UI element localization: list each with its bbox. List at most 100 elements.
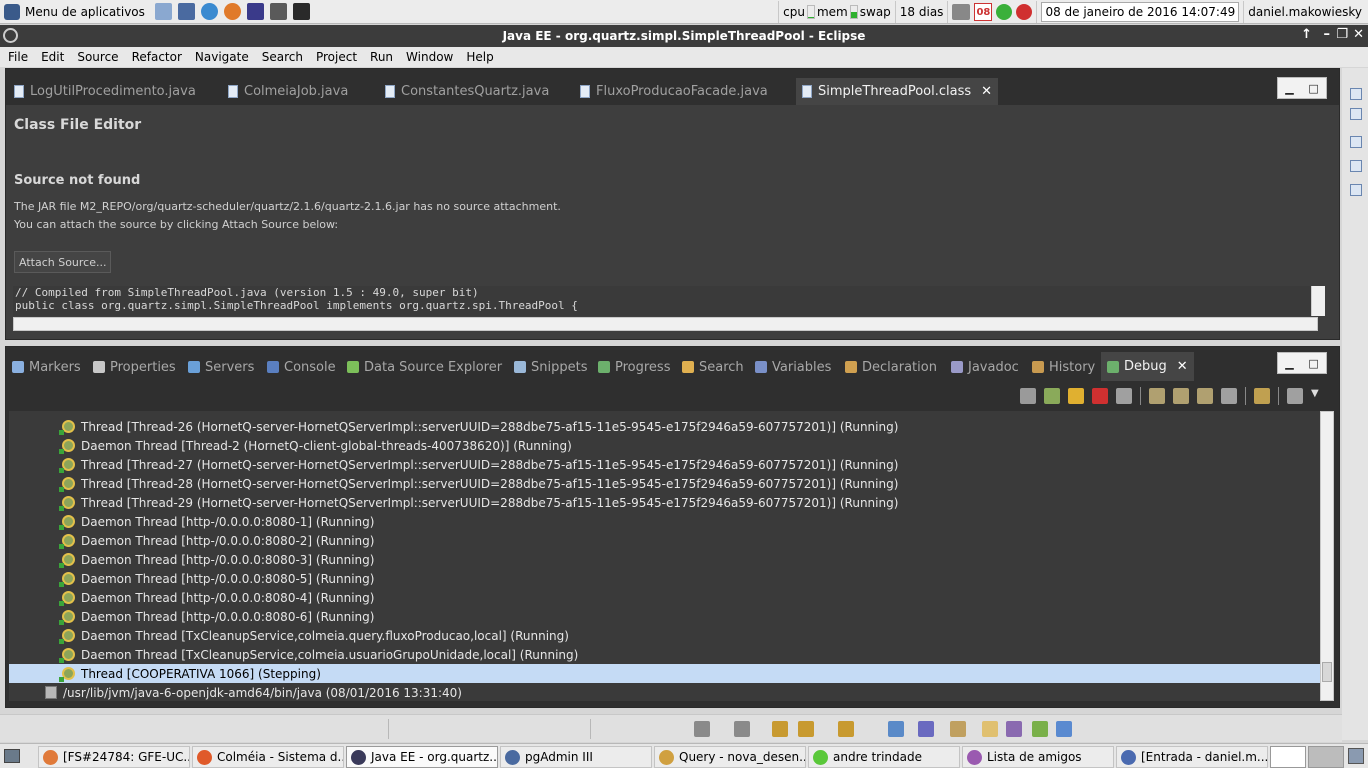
window-title-bar[interactable]: Java EE - org.quartz.simpl.SimpleThreadP… [0,25,1368,47]
user-menu[interactable]: daniel.makowiesky [1243,1,1368,23]
browser-icon[interactable] [200,3,218,20]
tab-data-source-explorer[interactable]: Data Source Explorer [347,355,502,379]
thread-row[interactable]: Thread [COOPERATIVA 1066] (Stepping) [9,664,1321,683]
step-filters-icon[interactable] [1254,388,1270,404]
tab-javadoc[interactable]: Javadoc [951,355,1019,379]
bytecode-text[interactable]: // Compiled from SimpleThreadPool.java (… [13,286,1318,316]
taskbar-item[interactable]: Colméia - Sistema d... [192,746,344,768]
thread-row[interactable]: Daemon Thread [TxCleanupService,colmeia.… [9,645,1321,664]
workspace-2[interactable] [1308,746,1344,768]
disconnect-icon[interactable] [1116,388,1132,404]
file-manager-icon[interactable] [154,3,172,20]
thread-row[interactable]: Daemon Thread [Thread-2 (HornetQ-client-… [9,436,1321,455]
menu-file[interactable]: File [3,50,33,64]
step-over-icon[interactable] [1173,388,1189,404]
tab-progress[interactable]: Progress [598,355,670,379]
menu-help[interactable]: Help [461,50,498,64]
tab-constantesquartz[interactable]: ConstantesQuartz.java [385,79,549,103]
tab-colmeiajob[interactable]: ColmeiaJob.java [228,79,348,103]
java-ee-perspective-icon[interactable] [982,721,998,737]
previous-edit-icon[interactable] [798,721,814,737]
step-return-icon[interactable] [1197,388,1213,404]
close-tab-icon[interactable]: ✕ [1177,359,1188,374]
thread-row[interactable]: Thread [Thread-28 (HornetQ-server-Hornet… [9,474,1321,493]
taskbar-item[interactable]: Lista de amigos [962,746,1114,768]
process-row[interactable]: /usr/lib/jvm/java-6-openjdk-amd64/bin/ja… [9,683,1321,701]
tab-markers[interactable]: Markers [12,355,81,379]
thread-row[interactable]: Daemon Thread [http-/0.0.0.0:8080-6] (Ru… [9,607,1321,626]
thread-row[interactable]: Thread [Thread-27 (HornetQ-server-Hornet… [9,455,1321,474]
maximize-icon[interactable]: □ [1308,357,1318,370]
tab-logutilprocedimento[interactable]: LogUtilProcedimento.java [14,79,196,103]
view-menu-icon[interactable]: ▼ [1311,388,1327,404]
close-tab-icon[interactable]: ✕ [981,84,992,99]
firefox-icon[interactable] [223,3,241,20]
thread-row[interactable]: Daemon Thread [http-/0.0.0.0:8080-2] (Ru… [9,531,1321,550]
taskbar-item[interactable]: [FS#24784: GFE-UC... [38,746,190,768]
status-busy-icon[interactable] [1016,4,1033,20]
back-icon[interactable] [772,721,788,737]
save-icon[interactable] [734,721,750,737]
clock[interactable]: 08 de janeiro de 2016 14:07:49 [1036,1,1243,23]
debug-tree-scrollbar[interactable] [1320,411,1334,701]
status-online-icon[interactable] [996,4,1013,20]
forward-icon[interactable] [838,721,854,737]
thread-row[interactable]: Daemon Thread [http-/0.0.0.0:8080-3] (Ru… [9,550,1321,569]
maximize-icon[interactable]: □ [1308,82,1318,95]
outline-icon[interactable] [1350,108,1362,120]
open-type-icon[interactable] [888,721,904,737]
tab-properties[interactable]: Properties [93,355,176,379]
menu-navigate[interactable]: Navigate [190,50,254,64]
tab-variables[interactable]: Variables [755,355,831,379]
window-menu-icon[interactable] [3,28,18,43]
jpa-perspective-icon[interactable] [1006,721,1022,737]
debug-tree[interactable]: Thread [Thread-26 (HornetQ-server-Hornet… [9,411,1321,701]
menu-search[interactable]: Search [257,50,308,64]
taskbar-item[interactable]: Query - nova_desen... [654,746,806,768]
code-vertical-scrollbar[interactable] [1311,286,1325,316]
pgadmin-icon[interactable] [177,3,195,20]
tab-servers[interactable]: Servers [188,355,254,379]
network-icon[interactable] [952,4,971,20]
minimize-icon[interactable]: ▁ [1285,357,1293,370]
tab-fluxoproducaofacade[interactable]: FluxoProducaoFacade.java [580,79,768,103]
terminal-icon[interactable] [292,3,310,20]
thread-row[interactable]: Thread [Thread-29 (HornetQ-server-Hornet… [9,493,1321,512]
tab-search[interactable]: Search [682,355,744,379]
debug-perspective-icon[interactable] [1032,721,1048,737]
new-wizard-icon[interactable] [694,721,710,737]
terminate-icon[interactable] [1092,388,1108,404]
window-close-icon[interactable]: ✕ [1353,27,1364,42]
taskbar-item[interactable]: [Entrada - daniel.m... [1116,746,1268,768]
tab-simplethreadpool[interactable]: SimpleThreadPool.class ✕ [796,78,999,105]
applications-menu[interactable]: Menu de aplicativos [0,0,145,24]
menu-window[interactable]: Window [401,50,458,64]
show-desktop-icon[interactable] [4,749,20,763]
taskbar-item[interactable]: pgAdmin III [500,746,652,768]
drop-to-frame-icon[interactable] [1221,388,1237,404]
remove-terminated-icon[interactable] [1020,388,1036,404]
tab-console[interactable]: Console [267,355,336,379]
code-horizontal-scrollbar[interactable] [13,317,1318,331]
window-up-icon[interactable]: ↑ [1301,27,1312,42]
taskbar-item[interactable]: andre trindade [808,746,960,768]
taskbar-item[interactable]: Java EE - org.quartz... [346,746,498,768]
calendar-icon[interactable]: 08 [974,3,993,21]
menu-run[interactable]: Run [365,50,398,64]
notes-icon[interactable] [269,3,287,20]
hierarchy-icon[interactable] [1350,136,1362,148]
tab-declaration[interactable]: Declaration [845,355,937,379]
suspend-icon[interactable] [1068,388,1084,404]
workspace-switcher[interactable] [1270,746,1306,768]
tab-history[interactable]: History [1032,355,1095,379]
minimize-icon[interactable]: ▁ [1285,82,1293,95]
step-into-icon[interactable] [1149,388,1165,404]
thread-row[interactable]: Daemon Thread [http-/0.0.0.0:8080-1] (Ru… [9,512,1321,531]
notification-icon[interactable] [1348,748,1364,764]
menu-source[interactable]: Source [72,50,123,64]
eclipse-launcher-icon[interactable] [246,3,264,20]
tab-debug[interactable]: Debug ✕ [1101,352,1194,381]
thread-row[interactable]: Daemon Thread [TxCleanupService,colmeia.… [9,626,1321,645]
tab-snippets[interactable]: Snippets [514,355,587,379]
collapse-all-icon[interactable] [1287,388,1303,404]
